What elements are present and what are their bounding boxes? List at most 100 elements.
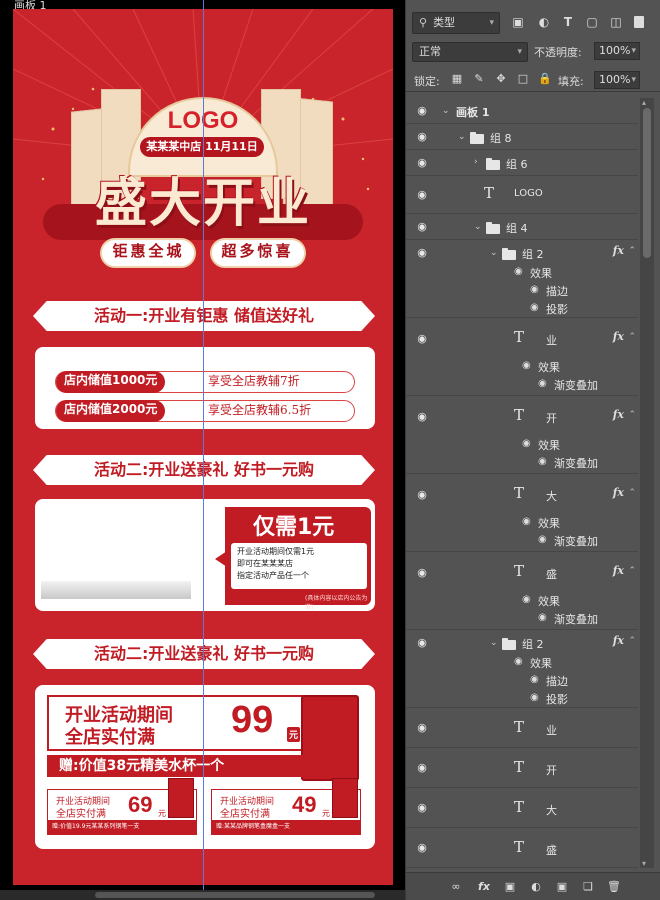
layer-row[interactable]: ◉ T 大 [406, 788, 638, 828]
effect-eye-icon[interactable]: ◉ [522, 594, 531, 605]
layer-row[interactable]: ◉ T 业 fx ⌃ ◉ 效果 ◉ 渐变叠加 [406, 318, 638, 396]
lock-artboard-icon[interactable]: □ [516, 72, 530, 86]
chevron-up-icon[interactable]: ⌃ [628, 566, 636, 576]
filter-kind-select[interactable]: ⚲ 类型 ▾ [412, 12, 500, 34]
layer-row[interactable]: ◉ T LOGO [406, 176, 638, 214]
new-group-icon[interactable]: ▣ [554, 879, 570, 895]
layer-row[interactable]: ◉ ⌄ 组 8 [406, 124, 638, 150]
vertical-guide-line[interactable] [203, 0, 204, 900]
opacity-input[interactable]: 100% ▾ [594, 42, 640, 60]
fx-icon[interactable]: fx [613, 486, 624, 499]
chevron-down-icon[interactable]: ⌄ [490, 638, 498, 648]
new-layer-icon[interactable]: ❏ [580, 879, 596, 895]
chevron-down-icon[interactable]: ⌄ [490, 248, 498, 258]
layers-scrollbar[interactable]: ▴ ▾ [640, 98, 654, 868]
effect-eye-icon[interactable]: ◉ [538, 456, 547, 467]
visibility-eye-icon[interactable]: ◉ [414, 105, 430, 117]
layers-list[interactable]: ◉ ⌄ 画板 1 ◉ ⌄ 组 8 ◉ › 组 6 ◉ T LOGO ◉ ⌄ 组 … [406, 98, 638, 868]
scrollbar-thumb[interactable] [643, 108, 651, 258]
effect-eye-icon[interactable]: ◉ [522, 360, 531, 371]
visibility-eye-icon[interactable]: ◉ [414, 221, 430, 233]
fx-icon[interactable]: fx [613, 408, 624, 421]
lock-transparent-icon[interactable]: ▦ [450, 72, 464, 86]
image-filter-icon[interactable]: ▣ [510, 14, 526, 30]
canvas-horizontal-scrollbar[interactable] [0, 890, 405, 900]
chevron-up-icon[interactable]: ⌃ [628, 332, 636, 342]
effect-eye-icon[interactable]: ◉ [530, 674, 539, 685]
fx-icon[interactable]: fx [613, 564, 624, 577]
search-icon: ⚲ [419, 16, 428, 29]
layer-row[interactable]: ◉ T 大 fx ⌃ ◉ 效果 ◉ 渐变叠加 [406, 474, 638, 552]
visibility-eye-icon[interactable]: ◉ [414, 842, 430, 854]
effect-eye-icon[interactable]: ◉ [538, 612, 547, 623]
scroll-down-icon[interactable]: ▾ [642, 859, 646, 868]
delete-layer-icon[interactable]: 🗑 [606, 879, 622, 895]
effect-eye-icon[interactable]: ◉ [514, 266, 523, 277]
add-style-fx-icon[interactable]: fx [476, 879, 492, 895]
effect-eye-icon[interactable]: ◉ [514, 656, 523, 667]
layer-row[interactable]: ◉ ⌄ 组 2 fx ⌃ ◉ 效果 ◉ 描边 ◉ 投影 [406, 630, 638, 708]
chevron-up-icon[interactable]: ⌃ [628, 246, 636, 256]
visibility-eye-icon[interactable]: ◉ [414, 247, 430, 259]
effect-eye-icon[interactable]: ◉ [538, 378, 547, 389]
filter-toggle-icon[interactable] [634, 16, 644, 28]
layer-row[interactable]: ◉ ⌄ 画板 1 [406, 98, 638, 124]
layer-row[interactable]: ◉ T 盛 fx ⌃ ◉ 效果 ◉ 渐变叠加 [406, 552, 638, 630]
effect-eye-icon[interactable]: ◉ [522, 516, 531, 527]
link-layers-icon[interactable]: ∞ [448, 879, 464, 895]
layer-row[interactable]: ◉ T 业 [406, 708, 638, 748]
adjustment-layer-icon[interactable]: ◐ [528, 879, 544, 895]
effect-eye-icon[interactable]: ◉ [530, 692, 539, 703]
lock-image-icon[interactable]: ✎ [472, 72, 486, 86]
effect-eye-icon[interactable]: ◉ [538, 534, 547, 545]
effect-eye-icon[interactable]: ◉ [522, 438, 531, 449]
layer-row[interactable]: ◉ T 开 [406, 748, 638, 788]
chevron-down-icon[interactable]: ⌄ [474, 222, 482, 232]
visibility-eye-icon[interactable]: ◉ [414, 762, 430, 774]
chevron-down-icon[interactable]: ⌄ [458, 132, 466, 142]
fill-input[interactable]: 100% ▾ [594, 71, 640, 89]
lock-position-icon[interactable]: ✥ [494, 72, 508, 86]
adjustment-filter-icon[interactable]: ◐ [536, 14, 552, 30]
layer-row[interactable]: ◉ ⌄ 组 4 [406, 214, 638, 240]
smart-object-filter-icon[interactable]: ◫ [608, 14, 624, 30]
layer-name: 大 [546, 804, 557, 817]
effect-eye-icon[interactable]: ◉ [530, 302, 539, 313]
visibility-eye-icon[interactable]: ◉ [414, 411, 430, 423]
chevron-up-icon[interactable]: ⌃ [628, 410, 636, 420]
layer-row[interactable]: ◉ T 盛 [406, 828, 638, 868]
chevron-up-icon[interactable]: ⌃ [628, 488, 636, 498]
chevron-right-icon[interactable]: › [474, 157, 478, 167]
activity1-text: 享受全店教辅6.5折 [208, 403, 312, 417]
fx-icon[interactable]: fx [613, 330, 624, 343]
activity3-gift: 赠:价值38元精美水杯一个 [47, 755, 347, 777]
effect-eye-icon[interactable]: ◉ [530, 284, 539, 295]
scroll-up-icon[interactable]: ▴ [642, 98, 646, 107]
lock-all-icon[interactable]: 🔒 [538, 72, 552, 86]
chevron-down-icon: ▾ [631, 75, 636, 85]
text-filter-icon[interactable]: T [560, 14, 576, 30]
visibility-eye-icon[interactable]: ◉ [414, 802, 430, 814]
visibility-eye-icon[interactable]: ◉ [414, 567, 430, 579]
layer-row[interactable]: ◉ ⌄ 组 2 fx ⌃ ◉ 效果 ◉ 描边 ◉ 投影 [406, 240, 638, 318]
visibility-eye-icon[interactable]: ◉ [414, 637, 430, 649]
layer-row[interactable]: ◉ T 开 fx ⌃ ◉ 效果 ◉ 渐变叠加 [406, 396, 638, 474]
fx-icon[interactable]: fx [613, 244, 624, 257]
canvas-area[interactable]: 画板 1 LOGO 某某某中店 11月11日 盛大开业 钜惠全城 超多惊喜 活动… [0, 0, 405, 900]
layer-row[interactable]: ◉ › 组 6 [406, 150, 638, 176]
visibility-eye-icon[interactable]: ◉ [414, 189, 430, 201]
visibility-eye-icon[interactable]: ◉ [414, 489, 430, 501]
layer-name: 开 [546, 412, 557, 425]
chevron-down-icon[interactable]: ⌄ [442, 106, 450, 116]
shape-filter-icon[interactable]: ▢ [584, 14, 600, 30]
visibility-eye-icon[interactable]: ◉ [414, 131, 430, 143]
add-mask-icon[interactable]: ▣ [502, 879, 518, 895]
blend-mode-select[interactable]: 正常 ▾ [412, 42, 528, 62]
chevron-up-icon[interactable]: ⌃ [628, 636, 636, 646]
visibility-eye-icon[interactable]: ◉ [414, 722, 430, 734]
visibility-eye-icon[interactable]: ◉ [414, 157, 430, 169]
layer-name: 盛 [546, 844, 557, 857]
visibility-eye-icon[interactable]: ◉ [414, 333, 430, 345]
scrollbar-thumb[interactable] [95, 892, 375, 898]
fx-icon[interactable]: fx [613, 634, 624, 647]
